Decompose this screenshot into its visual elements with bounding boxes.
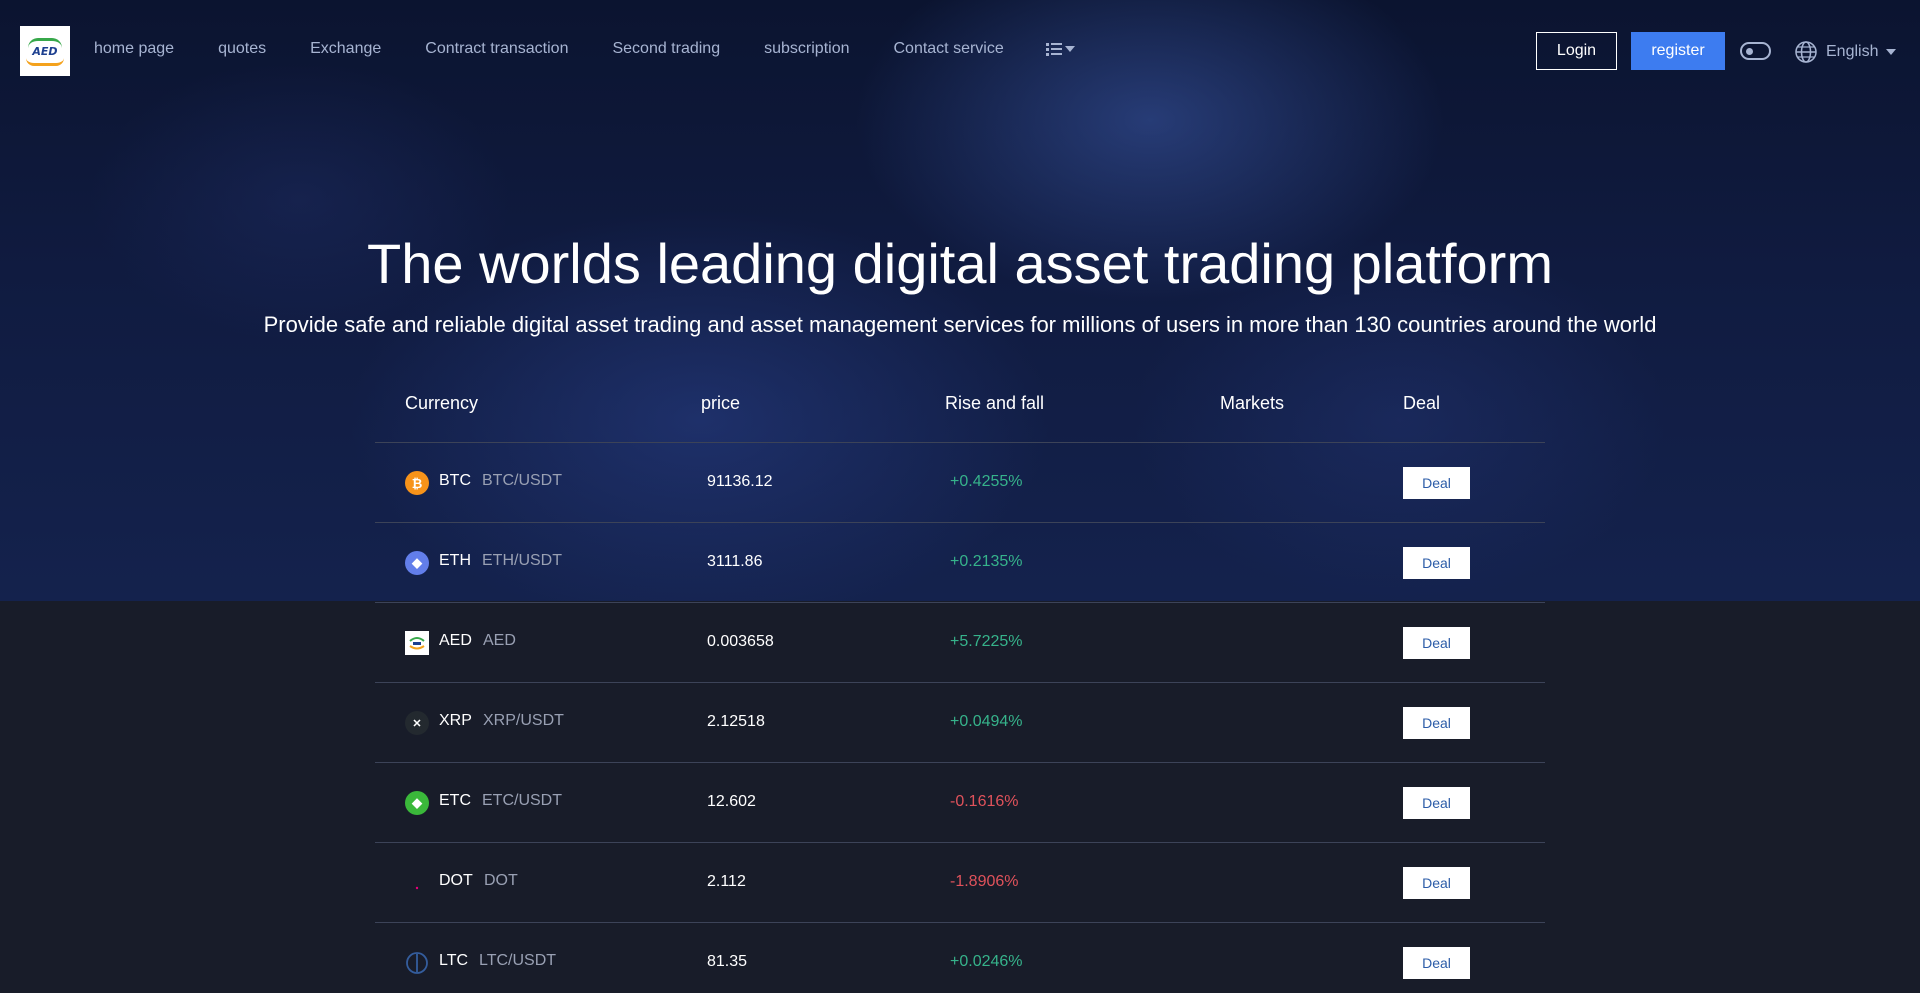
- xrp-icon: ✕: [405, 711, 429, 735]
- toggle-knob: [1746, 48, 1753, 55]
- coin-pair: ETH/USDT: [482, 552, 562, 569]
- deal-button[interactable]: Deal: [1403, 707, 1470, 739]
- deal-button[interactable]: Deal: [1403, 947, 1470, 979]
- deal-button[interactable]: Deal: [1403, 547, 1470, 579]
- nav-quotes[interactable]: quotes: [218, 40, 266, 58]
- coin-symbol: XRP: [439, 712, 472, 729]
- table-body: ₿ BTC BTC/USDT 91136.12 +0.4255% Deal ◆ ETH ETH/…: [375, 443, 1545, 993]
- deal-button[interactable]: Deal: [1403, 627, 1470, 659]
- nav-exchange[interactable]: Exchange: [310, 40, 381, 58]
- polkadot-icon: [405, 871, 429, 895]
- table-row[interactable]: ◆ ETC ETC/USDT 12.602 -0.1616% Deal: [375, 763, 1545, 843]
- table-row[interactable]: ✕ XRP XRP/USDT 2.12518 +0.0494% Deal: [375, 683, 1545, 763]
- logo-swoosh-green: [28, 38, 62, 48]
- coin-price: 12.602: [707, 793, 756, 810]
- language-selector[interactable]: English: [1794, 40, 1897, 64]
- coin-change: -1.8906%: [950, 873, 1019, 890]
- coin-price: 2.12518: [707, 713, 765, 730]
- column-header-rise-and-fall: Rise and fall: [945, 393, 1045, 413]
- nav-subscription[interactable]: subscription: [764, 40, 849, 58]
- table-row[interactable]: AED AED 0.003658 +5.7225% Deal: [375, 603, 1545, 683]
- table-row[interactable]: DOT DOT 2.112 -1.8906% Deal: [375, 843, 1545, 923]
- nav-second-trading[interactable]: Second trading: [612, 40, 720, 58]
- nav-contract-transaction[interactable]: Contract transaction: [425, 40, 568, 58]
- coin-price: 81.35: [707, 953, 748, 970]
- coin-change: +0.2135%: [950, 553, 1023, 570]
- coin-symbol: ETH: [439, 552, 471, 569]
- coin-symbol: ETC: [439, 792, 471, 809]
- hero-title: The worlds leading digital asset trading…: [367, 232, 1553, 295]
- globe-icon: [1795, 41, 1817, 63]
- nav-more-menu[interactable]: [1046, 42, 1075, 56]
- coin-price: 3111.86: [707, 553, 763, 570]
- market-table: Currency price Rise and fall Markets Dea…: [375, 376, 1545, 993]
- header: AED home page quotes Exchange Contract t…: [0, 0, 1920, 100]
- coin-symbol: AED: [439, 632, 472, 649]
- table-header: Currency price Rise and fall Markets Dea…: [375, 376, 1545, 443]
- deal-button[interactable]: Deal: [1403, 867, 1470, 899]
- language-label: English: [1826, 43, 1879, 60]
- theme-toggle[interactable]: [1740, 42, 1771, 60]
- coin-pair: BTC/USDT: [482, 472, 562, 489]
- coin-price: 91136.12: [707, 473, 773, 490]
- nav-contact-service[interactable]: Contact service: [893, 40, 1003, 58]
- aed-logo-icon: [405, 631, 429, 655]
- litecoin-icon: [405, 951, 429, 975]
- ethereum-icon: ◆: [405, 551, 429, 575]
- coin-change: +0.4255%: [950, 473, 1023, 490]
- nav-home-page[interactable]: home page: [94, 40, 174, 58]
- main-nav: home page quotes Exchange Contract trans…: [94, 40, 1048, 58]
- ethereum-classic-icon: ◆: [405, 791, 429, 815]
- table-row[interactable]: ₿ BTC BTC/USDT 91136.12 +0.4255% Deal: [375, 443, 1545, 523]
- coin-pair: XRP/USDT: [483, 712, 564, 729]
- coin-change: +0.0494%: [950, 713, 1023, 730]
- site-logo[interactable]: AED: [20, 26, 70, 76]
- login-button[interactable]: Login: [1536, 32, 1617, 70]
- coin-change: +0.0246%: [950, 953, 1023, 970]
- column-header-deal: Deal: [1403, 393, 1441, 413]
- coin-pair: ETC/USDT: [482, 792, 562, 809]
- coin-change: -0.1616%: [950, 793, 1019, 810]
- column-header-price: price: [701, 393, 741, 413]
- chevron-down-icon: [1065, 46, 1075, 52]
- coin-pair: AED: [483, 632, 516, 649]
- deal-button[interactable]: Deal: [1403, 787, 1470, 819]
- register-button[interactable]: register: [1631, 32, 1725, 70]
- coin-price: 2.112: [707, 873, 746, 890]
- coin-symbol: DOT: [439, 872, 473, 889]
- coin-symbol: LTC: [439, 952, 469, 969]
- table-row[interactable]: LTC LTC/USDT 81.35 +0.0246% Deal: [375, 923, 1545, 993]
- bitcoin-icon: ₿: [405, 471, 429, 495]
- coin-pair: DOT: [484, 872, 518, 889]
- list-icon: [1046, 42, 1062, 56]
- column-header-currency: Currency: [405, 393, 479, 413]
- hero-subtitle: Provide safe and reliable digital asset …: [263, 312, 1657, 337]
- deal-button[interactable]: Deal: [1403, 467, 1470, 499]
- logo-swoosh-orange: [26, 58, 64, 66]
- table-row[interactable]: ◆ ETH ETH/USDT 3111.86 +0.2135% Deal: [375, 523, 1545, 603]
- coin-symbol: BTC: [439, 472, 471, 489]
- chevron-down-icon: [1886, 49, 1897, 55]
- coin-change: +5.7225%: [950, 633, 1023, 650]
- column-header-markets: Markets: [1220, 393, 1285, 413]
- coin-price: 0.003658: [707, 633, 774, 650]
- coin-pair: LTC/USDT: [479, 952, 557, 969]
